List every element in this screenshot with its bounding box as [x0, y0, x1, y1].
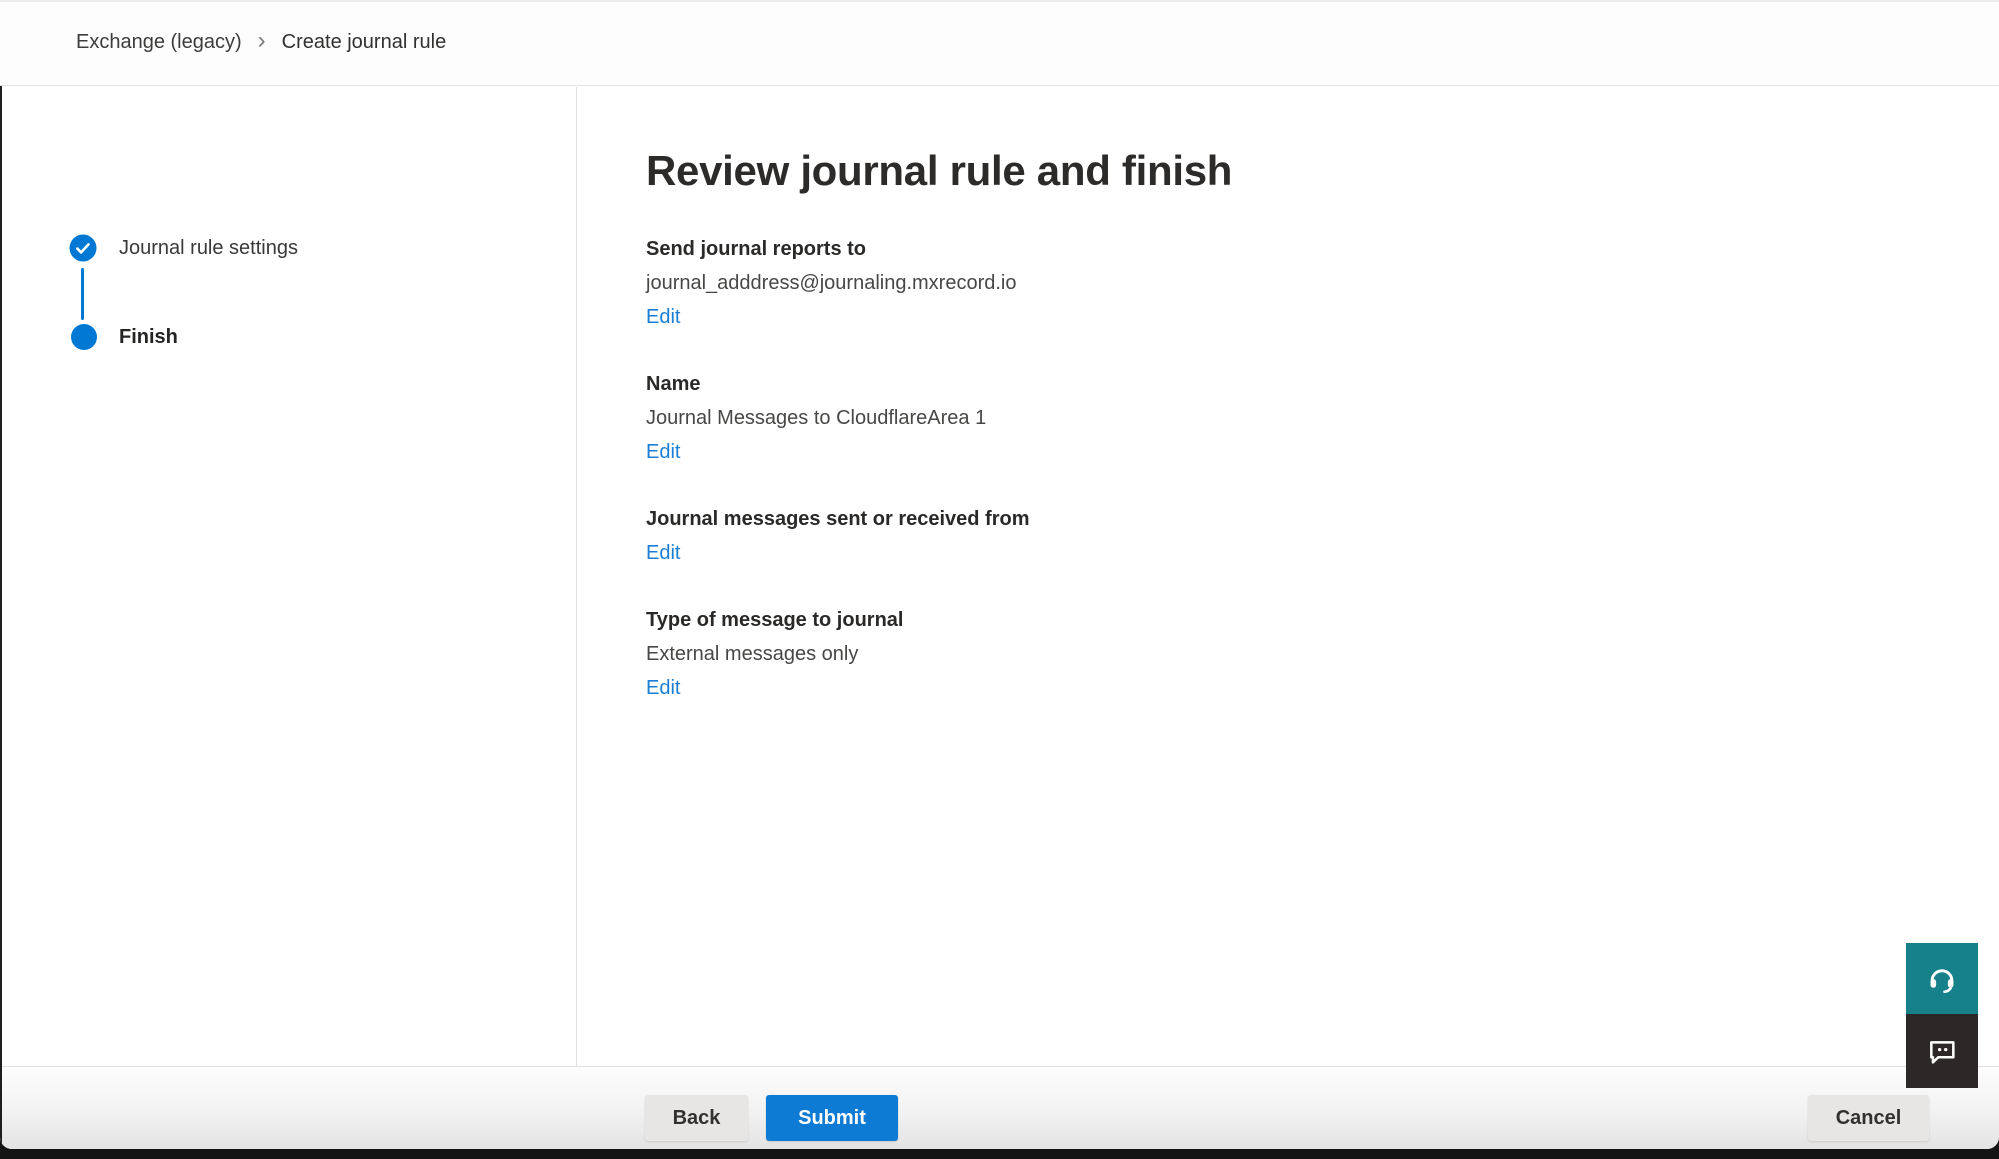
section-label: Send journal reports to — [646, 232, 1506, 266]
edit-link-name[interactable]: Edit — [646, 435, 680, 469]
section-label: Name — [646, 367, 1506, 401]
headset-icon — [1926, 963, 1958, 995]
check-circle-icon — [69, 234, 97, 262]
edit-link-send-journal-reports-to[interactable]: Edit — [646, 300, 680, 334]
breadcrumb-bar: Exchange (legacy) › Create journal rule — [0, 0, 1999, 86]
review-sections: Send journal reports to journal_adddress… — [646, 232, 1506, 738]
page-title: Review journal rule and finish — [646, 145, 1232, 197]
feedback-button[interactable] — [1906, 1014, 1978, 1088]
submit-button[interactable]: Submit — [766, 1095, 898, 1141]
wizard-step-finish[interactable]: Finish — [70, 324, 178, 350]
section-label: Journal messages sent or received from — [646, 502, 1506, 536]
wizard-step-label: Finish — [119, 326, 178, 349]
feedback-chat-icon — [1926, 1035, 1958, 1067]
breadcrumb-link-exchange-legacy[interactable]: Exchange (legacy) — [76, 31, 242, 54]
step-connector-line — [81, 268, 84, 320]
wizard-steps-panel: Journal rule settings Finish — [0, 87, 577, 1066]
section-value: journal_adddress@journaling.mxrecord.io — [646, 266, 1506, 300]
review-pane: Review journal rule and finish Send jour… — [578, 87, 1999, 1066]
review-section-name: Name Journal Messages to CloudflareArea … — [646, 367, 1506, 469]
screen: Exchange (legacy) › Create journal rule … — [0, 0, 1999, 1159]
app-window: Exchange (legacy) › Create journal rule … — [0, 0, 1999, 1149]
cancel-button[interactable]: Cancel — [1808, 1095, 1929, 1141]
edit-link-journal-messages-scope[interactable]: Edit — [646, 536, 680, 570]
wizard-step-label: Journal rule settings — [119, 237, 298, 260]
review-section-journal-messages-sent-or-received-from: Journal messages sent or received from E… — [646, 502, 1506, 570]
edit-link-type-of-message[interactable]: Edit — [646, 671, 680, 705]
review-section-send-journal-reports-to: Send journal reports to journal_adddress… — [646, 232, 1506, 334]
wizard-step-journal-rule-settings[interactable]: Journal rule settings — [69, 234, 298, 262]
current-step-dot-icon — [71, 324, 97, 350]
section-label: Type of message to journal — [646, 603, 1506, 637]
window-top-edge — [0, 0, 1999, 2]
section-value: External messages only — [646, 637, 1506, 671]
footer-action-bar: Back Submit Cancel — [0, 1066, 1999, 1149]
breadcrumb-current-page: Create journal rule — [282, 31, 447, 54]
help-support-button[interactable] — [1906, 943, 1978, 1014]
window-left-edge — [0, 86, 2, 1149]
review-section-type-of-message-to-journal: Type of message to journal External mess… — [646, 603, 1506, 705]
chevron-right-icon: › — [258, 29, 266, 53]
back-button[interactable]: Back — [645, 1095, 748, 1141]
section-value: Journal Messages to CloudflareArea 1 — [646, 401, 1506, 435]
